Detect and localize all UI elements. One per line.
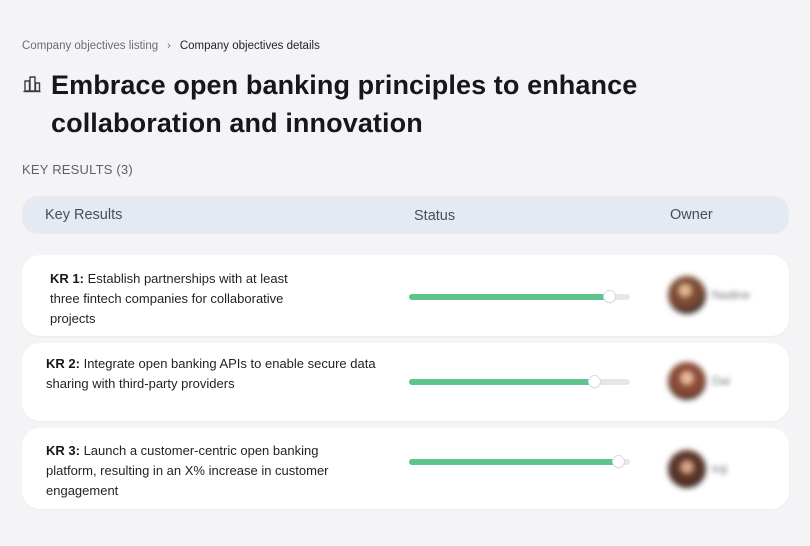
- owner-name: Nadine: [712, 288, 751, 302]
- breadcrumb: Company objectives listing › Company obj…: [22, 40, 320, 52]
- column-header-status: Status: [414, 208, 456, 224]
- owner-cell[interactable]: Nadine: [668, 276, 750, 314]
- avatar: [668, 276, 706, 314]
- building-icon: [23, 76, 41, 93]
- key-result-row[interactable]: KR 2: Integrate open banking APIs to ena…: [22, 343, 789, 421]
- progress-bar: [409, 291, 630, 302]
- owner-cell[interactable]: Dai: [668, 362, 730, 400]
- progress-fill: [409, 294, 611, 300]
- avatar: [668, 450, 706, 488]
- page-title: Embrace open banking principles to enhan…: [51, 70, 638, 138]
- progress-fill: [409, 379, 595, 385]
- progress-bar: [409, 456, 630, 467]
- key-result-description: Launch a customer-centric open banking p…: [46, 443, 329, 498]
- owner-cell[interactable]: Inji: [668, 450, 727, 488]
- owner-name: Dai: [712, 374, 731, 388]
- key-result-row[interactable]: KR 1: Establish partnerships with at lea…: [22, 255, 789, 336]
- progress-handle: [612, 456, 624, 467]
- key-result-text: KR 3: Launch a customer-centric open ban…: [46, 441, 366, 501]
- table-header: Key Results Status Owner: [22, 196, 789, 234]
- key-results-count-label: KEY RESULTS (3): [22, 162, 133, 177]
- key-result-id: KR 2:: [46, 356, 80, 371]
- key-result-text: KR 2: Integrate open banking APIs to ena…: [46, 354, 381, 394]
- breadcrumb-parent-link[interactable]: Company objectives listing: [22, 40, 158, 52]
- key-result-id: KR 1:: [50, 271, 84, 286]
- owner-name: Inji: [712, 462, 728, 476]
- key-result-id: KR 3:: [46, 443, 80, 458]
- progress-handle: [604, 291, 616, 302]
- progress-handle: [588, 376, 600, 387]
- progress-bar: [409, 376, 630, 387]
- breadcrumb-current: Company objectives details: [179, 40, 320, 52]
- column-header-key-results: Key Results: [45, 207, 123, 223]
- key-result-description: Establish partnerships with at least thr…: [50, 271, 288, 326]
- key-result-description: Integrate open banking APIs to enable se…: [46, 356, 376, 391]
- column-header-owner: Owner: [670, 207, 713, 223]
- key-result-text: KR 1: Establish partnerships with at lea…: [50, 269, 320, 329]
- objective-header: Embrace open banking principles to enhan…: [22, 66, 662, 142]
- key-result-row[interactable]: KR 3: Launch a customer-centric open ban…: [22, 428, 789, 509]
- avatar: [668, 362, 706, 400]
- breadcrumb-separator: ›: [167, 40, 171, 52]
- progress-fill: [409, 459, 619, 465]
